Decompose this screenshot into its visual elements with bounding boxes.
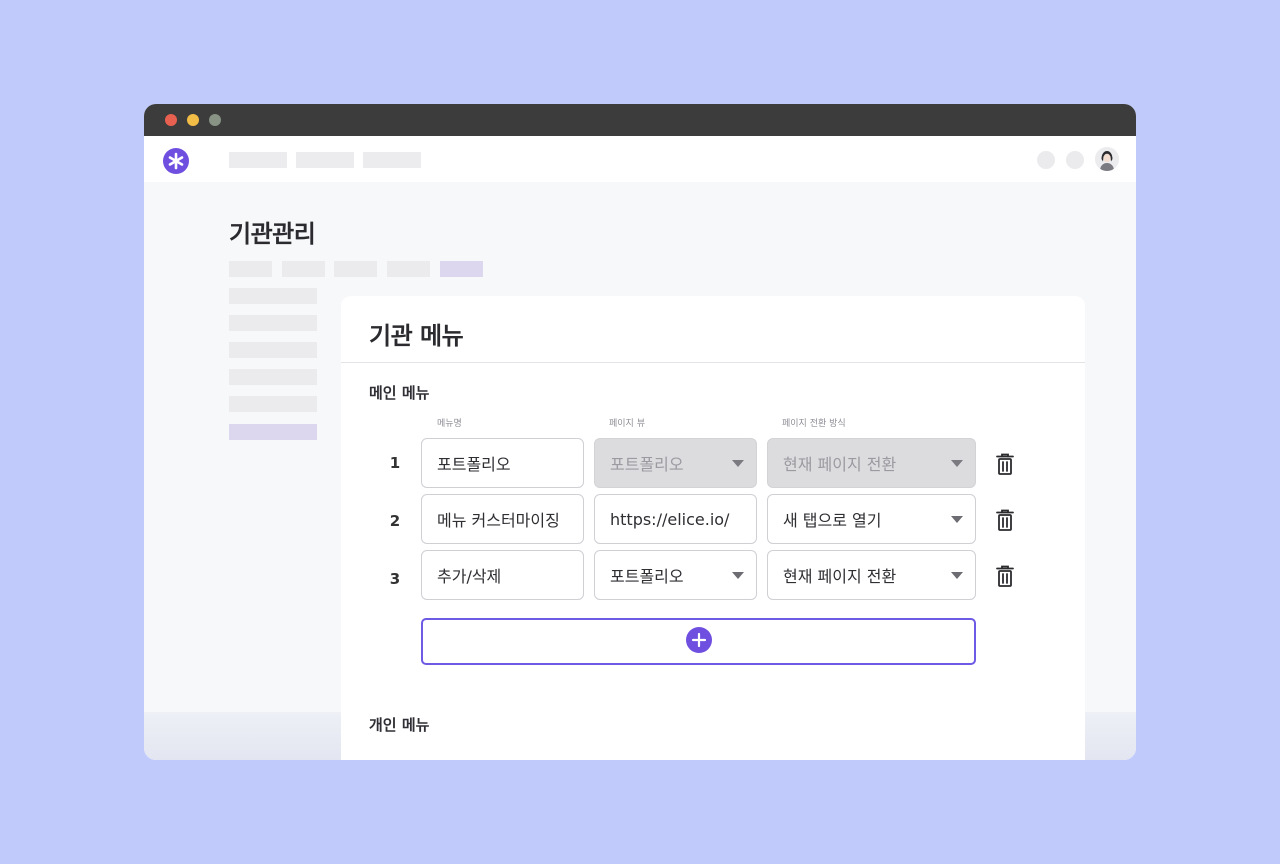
menu-name-value: 포트폴리오 bbox=[437, 455, 511, 474]
transition-value: 현재 페이지 전환 bbox=[783, 567, 897, 586]
transition-select[interactable]: 현재 페이지 전환 bbox=[767, 550, 976, 600]
sidebar-item-placeholder[interactable] bbox=[229, 315, 317, 331]
close-window-dot[interactable] bbox=[165, 114, 177, 126]
institution-menu-card: 기관 메뉴 메인 메뉴 메뉴명 페이지 뷰 페이지 전환 방식 1 포트폴리오 … bbox=[341, 296, 1085, 760]
logo-icon[interactable] bbox=[162, 147, 190, 175]
transition-select[interactable]: 현재 페이지 전환 bbox=[767, 438, 976, 488]
transition-value: 새 탭으로 열기 bbox=[783, 511, 882, 530]
nav-item-placeholder[interactable] bbox=[296, 152, 354, 168]
trash-icon[interactable] bbox=[994, 564, 1016, 588]
trash-icon[interactable] bbox=[994, 508, 1016, 532]
chevron-down-icon bbox=[951, 460, 963, 467]
plus-circle-icon bbox=[685, 626, 712, 657]
page-view-value: 포트폴리오 bbox=[610, 455, 684, 474]
divider bbox=[341, 362, 1085, 363]
avatar[interactable] bbox=[1095, 147, 1119, 171]
sidebar-item-placeholder-active[interactable] bbox=[229, 424, 317, 440]
page-view-value: 포트폴리오 bbox=[610, 567, 684, 586]
menu-name-input[interactable]: 메뉴 커스터마이징 bbox=[421, 494, 584, 544]
tab-placeholder[interactable] bbox=[334, 261, 377, 277]
main-menu-section-title: 메인 메뉴 bbox=[369, 384, 430, 402]
sidebar-item-placeholder[interactable] bbox=[229, 396, 317, 412]
row-number: 1 bbox=[389, 454, 401, 472]
menu-name-input[interactable]: 포트폴리오 bbox=[421, 438, 584, 488]
menu-name-value: 메뉴 커스터마이징 bbox=[437, 511, 560, 530]
maximize-window-dot[interactable] bbox=[209, 114, 221, 126]
tab-placeholder-active[interactable] bbox=[440, 261, 483, 277]
nav-item-placeholder[interactable] bbox=[229, 152, 287, 168]
column-header-name: 메뉴명 bbox=[437, 419, 462, 429]
page-view-select[interactable]: 포트폴리오 bbox=[594, 438, 757, 488]
chevron-down-icon bbox=[951, 516, 963, 523]
chevron-down-icon bbox=[732, 572, 744, 579]
chevron-down-icon bbox=[951, 572, 963, 579]
column-header-transition: 페이지 전환 방식 bbox=[782, 419, 846, 429]
menu-name-input[interactable]: 추가/삭제 bbox=[421, 550, 584, 600]
page-url-input[interactable]: https://elice.io/ bbox=[594, 494, 757, 544]
personal-menu-section-title: 개인 메뉴 bbox=[369, 716, 430, 734]
page-title: 기관관리 bbox=[229, 220, 316, 248]
trash-icon[interactable] bbox=[994, 452, 1016, 476]
card-title: 기관 메뉴 bbox=[369, 322, 464, 350]
sidebar-item-placeholder[interactable] bbox=[229, 342, 317, 358]
sidebar-item-placeholder[interactable] bbox=[229, 288, 317, 304]
menu-name-value: 추가/삭제 bbox=[437, 567, 502, 586]
top-navigation bbox=[144, 136, 1136, 182]
add-menu-button[interactable] bbox=[421, 618, 976, 665]
row-number: 3 bbox=[389, 570, 401, 588]
tab-placeholder[interactable] bbox=[282, 261, 325, 277]
transition-value: 현재 페이지 전환 bbox=[783, 455, 897, 474]
column-header-page-view: 페이지 뷰 bbox=[609, 419, 645, 429]
page-url-value: https://elice.io/ bbox=[610, 509, 730, 529]
sidebar-item-placeholder[interactable] bbox=[229, 369, 317, 385]
tab-placeholder[interactable] bbox=[229, 261, 272, 277]
transition-select[interactable]: 새 탭으로 열기 bbox=[767, 494, 976, 544]
row-number: 2 bbox=[389, 512, 401, 530]
notification-icon[interactable] bbox=[1037, 151, 1055, 169]
tab-placeholder[interactable] bbox=[387, 261, 430, 277]
title-bar bbox=[144, 104, 1136, 136]
minimize-window-dot[interactable] bbox=[187, 114, 199, 126]
chevron-down-icon bbox=[732, 460, 744, 467]
help-icon[interactable] bbox=[1066, 151, 1084, 169]
nav-item-placeholder[interactable] bbox=[363, 152, 421, 168]
page-view-select[interactable]: 포트폴리오 bbox=[594, 550, 757, 600]
